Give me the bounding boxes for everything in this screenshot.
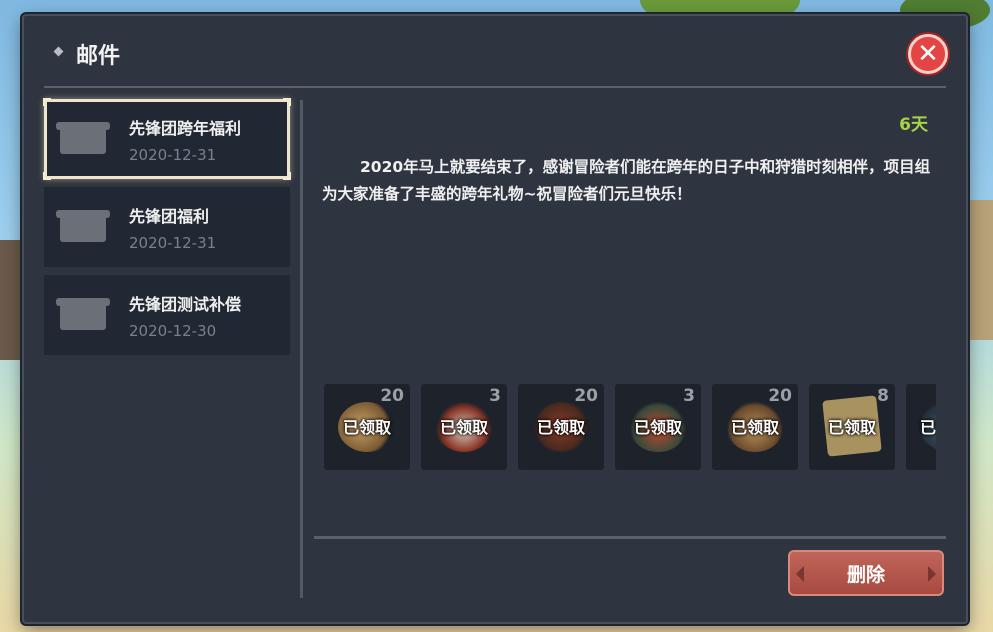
claimed-label: 已领取 xyxy=(536,418,585,437)
mail-date: 2020-12-30 xyxy=(129,322,217,340)
days-remaining: 6天 xyxy=(899,115,928,135)
reward-count: 20 xyxy=(768,386,792,406)
mail-item-selected[interactable]: 先锋团跨年福利 2020-12-31 xyxy=(43,98,291,180)
reward-item[interactable]: 20 已领取 xyxy=(518,384,604,470)
claimed-label: 已领取 xyxy=(920,418,936,437)
reward-item[interactable]: 8 已领取 xyxy=(809,384,895,470)
reward-count: 20 xyxy=(380,386,404,406)
reward-item[interactable]: 3 已领取 xyxy=(421,384,507,470)
mail-body: 2020年马上就要结束了，感谢冒险者们能在跨年的日子中和狩猎时刻相伴，项目组为大… xyxy=(322,158,931,203)
delete-label: 删除 xyxy=(846,563,885,586)
mail-date: 2020-12-31 xyxy=(129,146,217,164)
left-arrow-icon xyxy=(796,566,804,582)
claimed-label: 已领取 xyxy=(633,418,682,437)
bottom-divider xyxy=(314,536,946,539)
reward-count: 8 xyxy=(877,386,889,406)
reward-item[interactable]: 已领取 xyxy=(906,384,936,470)
corner-decoration xyxy=(43,98,51,106)
mail-item[interactable]: 先锋团福利 2020-12-31 xyxy=(44,187,290,267)
claimed-label: 已领取 xyxy=(439,418,488,437)
mail-item[interactable]: 先锋团测试补偿 2020-12-30 xyxy=(44,275,290,355)
corner-decoration xyxy=(283,172,291,180)
mail-header: 邮件 ✕ xyxy=(24,16,966,86)
reward-item[interactable]: 20 已领取 xyxy=(324,384,410,470)
reward-count: 3 xyxy=(683,386,695,406)
mail-title: 先锋团跨年福利 xyxy=(129,119,242,138)
delete-button[interactable]: 删除 xyxy=(788,550,944,596)
header-divider xyxy=(44,86,946,88)
title-diamond-icon xyxy=(53,46,64,57)
corner-decoration xyxy=(43,172,51,180)
claimed-label: 已领取 xyxy=(730,418,779,437)
right-arrow-icon xyxy=(928,566,936,582)
window-title: 邮件 xyxy=(76,44,121,69)
claimed-label: 已领取 xyxy=(827,418,876,437)
close-icon: ✕ xyxy=(917,39,939,69)
reward-count: 20 xyxy=(574,386,598,406)
close-button[interactable]: ✕ xyxy=(908,34,948,74)
opened-envelope-icon xyxy=(56,298,110,330)
opened-envelope-icon xyxy=(56,210,110,242)
mail-list: 先锋团跨年福利 2020-12-31 先锋团福利 2020-12-31 先锋团测… xyxy=(43,98,291,363)
vertical-divider xyxy=(300,100,303,598)
mail-title: 先锋团福利 xyxy=(129,207,210,226)
opened-envelope-icon xyxy=(56,122,110,154)
reward-list[interactable]: 20 已领取 3 已领取 20 已领取 3 已领取 20 已领取 8 已领取 已 xyxy=(324,384,936,470)
mail-title: 先锋团测试补偿 xyxy=(129,295,242,314)
corner-decoration xyxy=(283,98,291,106)
reward-item[interactable]: 20 已领取 xyxy=(712,384,798,470)
mail-date: 2020-12-31 xyxy=(129,234,217,252)
reward-item[interactable]: 3 已领取 xyxy=(615,384,701,470)
reward-count: 3 xyxy=(489,386,501,406)
mail-window: 邮件 ✕ 先锋团跨年福利 2020-12-31 先锋团福利 2020-12-31… xyxy=(22,14,968,624)
claimed-label: 已领取 xyxy=(342,418,391,437)
